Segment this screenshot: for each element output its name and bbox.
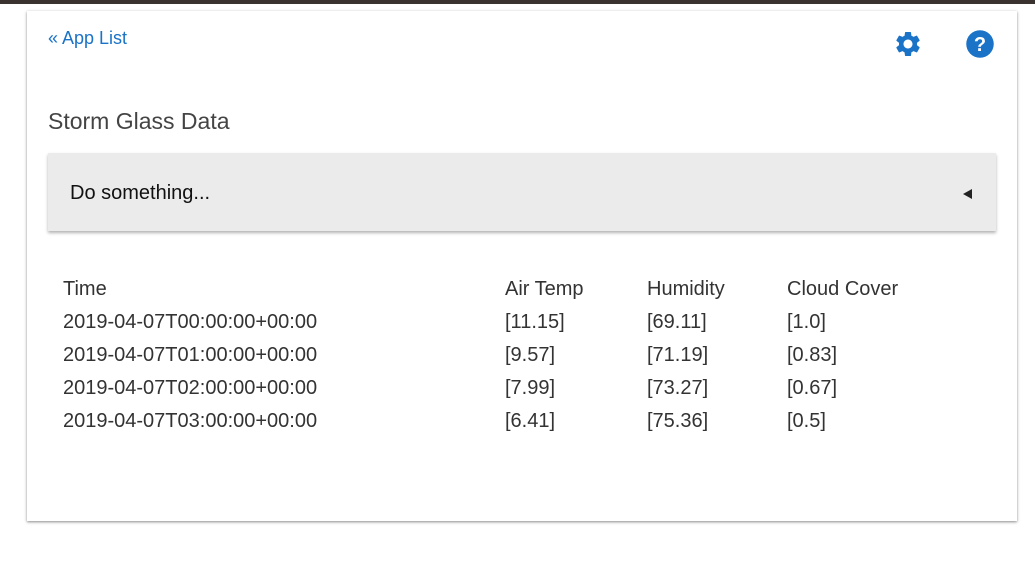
table-row: 2019-04-07T03:00:00+00:00 [6.41] [75.36]… xyxy=(54,405,947,438)
cell-cloud-cover: [0.83] xyxy=(787,344,838,366)
svg-text:?: ? xyxy=(974,34,986,56)
app-list-link[interactable]: « App List xyxy=(48,28,127,49)
weather-data-table: Time Air Temp Humidity Cloud Cover 2019-… xyxy=(54,273,947,438)
column-header-time: Time xyxy=(63,278,107,300)
column-header-humidity: Humidity xyxy=(647,278,725,300)
cell-air-temp: [9.57] xyxy=(505,344,556,366)
cell-humidity: [69.11] xyxy=(647,311,707,333)
top-border xyxy=(0,0,1035,4)
cell-cloud-cover: [0.5] xyxy=(787,410,826,432)
help-icon: ? xyxy=(966,30,994,58)
help-button[interactable]: ? xyxy=(965,29,995,59)
action-dropdown-value: Do something... xyxy=(70,182,211,204)
cell-time: 2019-04-07T00:00:00+00:00 xyxy=(63,311,318,333)
cell-humidity: [73.27] xyxy=(647,377,709,399)
app-card: « App List ? Storm Glass Data Do somethi… xyxy=(27,11,1017,521)
cell-time: 2019-04-07T02:00:00+00:00 xyxy=(63,377,318,399)
cell-cloud-cover: [1.0] xyxy=(787,311,826,333)
action-dropdown[interactable]: Do something... xyxy=(48,153,996,231)
cell-air-temp: [11.15] xyxy=(505,311,565,333)
table-row: 2019-04-07T01:00:00+00:00 [9.57] [71.19]… xyxy=(54,339,947,372)
page-title: Storm Glass Data xyxy=(48,108,230,134)
cell-cloud-cover: [0.67] xyxy=(787,377,838,399)
column-header-cloud-cover: Cloud Cover xyxy=(787,278,899,300)
settings-button[interactable] xyxy=(893,29,923,59)
cell-time: 2019-04-07T03:00:00+00:00 xyxy=(63,410,318,432)
cell-humidity: [71.19] xyxy=(647,344,709,366)
dropdown-arrow-icon xyxy=(963,189,972,199)
cell-time: 2019-04-07T01:00:00+00:00 xyxy=(63,344,318,366)
table-row: 2019-04-07T02:00:00+00:00 [7.99] [73.27]… xyxy=(54,372,947,405)
gear-icon xyxy=(896,31,920,56)
cell-air-temp: [7.99] xyxy=(505,377,556,399)
cell-humidity: [75.36] xyxy=(647,410,709,432)
table-header-row: Time Air Temp Humidity Cloud Cover xyxy=(54,273,947,306)
cell-air-temp: [6.41] xyxy=(505,410,556,432)
table-row: 2019-04-07T00:00:00+00:00 [11.15] [69.11… xyxy=(54,306,947,339)
column-header-air-temp: Air Temp xyxy=(505,278,584,300)
